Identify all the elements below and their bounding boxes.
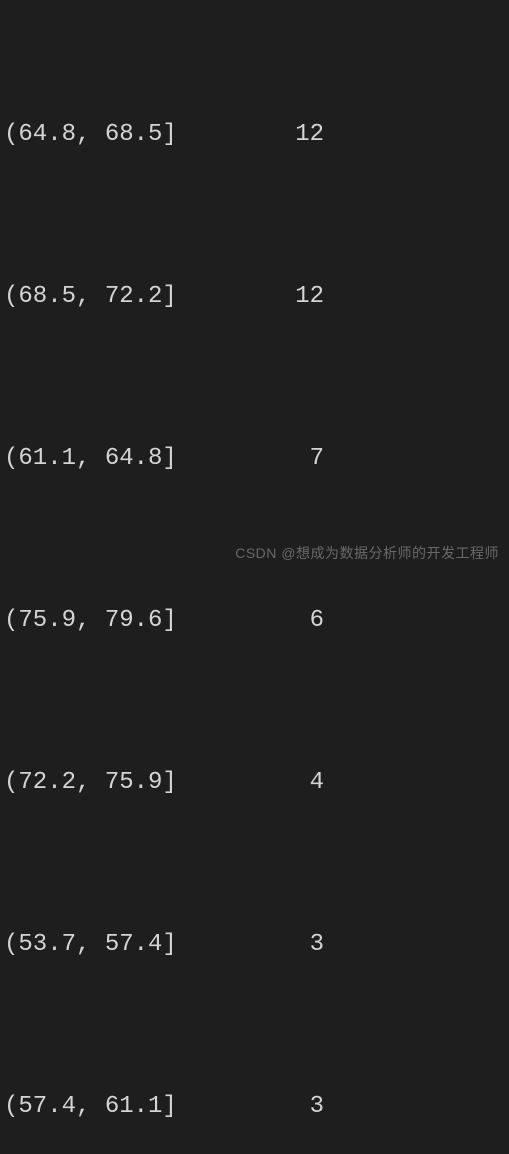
table-row: (75.9, 79.6]6 xyxy=(4,594,505,648)
count-value: 6 xyxy=(244,594,324,648)
interval-label: (72.2, 75.9] xyxy=(4,756,244,810)
interval-label: (57.4, 61.1] xyxy=(4,1080,244,1134)
interval-label: (68.5, 72.2] xyxy=(4,270,244,324)
pandas-output: (64.8, 68.5]12 (68.5, 72.2]12 (61.1, 64.… xyxy=(0,0,509,1154)
count-value: 12 xyxy=(244,108,324,162)
interval-label: (75.9, 79.6] xyxy=(4,594,244,648)
interval-label: (61.1, 64.8] xyxy=(4,432,244,486)
count-value: 3 xyxy=(244,918,324,972)
count-value: 12 xyxy=(244,270,324,324)
count-value: 3 xyxy=(244,1080,324,1134)
csdn-watermark: CSDN @想成为数据分析师的开发工程师 xyxy=(235,538,499,570)
interval-label: (53.7, 57.4] xyxy=(4,918,244,972)
table-row: (72.2, 75.9]4 xyxy=(4,756,505,810)
table-row: (53.7, 57.4]3 xyxy=(4,918,505,972)
count-value: 7 xyxy=(244,432,324,486)
interval-label: (64.8, 68.5] xyxy=(4,108,244,162)
table-row: (61.1, 64.8]7 xyxy=(4,432,505,486)
table-row: (64.8, 68.5]12 xyxy=(4,108,505,162)
table-row: (68.5, 72.2]12 xyxy=(4,270,505,324)
count-value: 4 xyxy=(244,756,324,810)
table-row: (57.4, 61.1]3 xyxy=(4,1080,505,1134)
